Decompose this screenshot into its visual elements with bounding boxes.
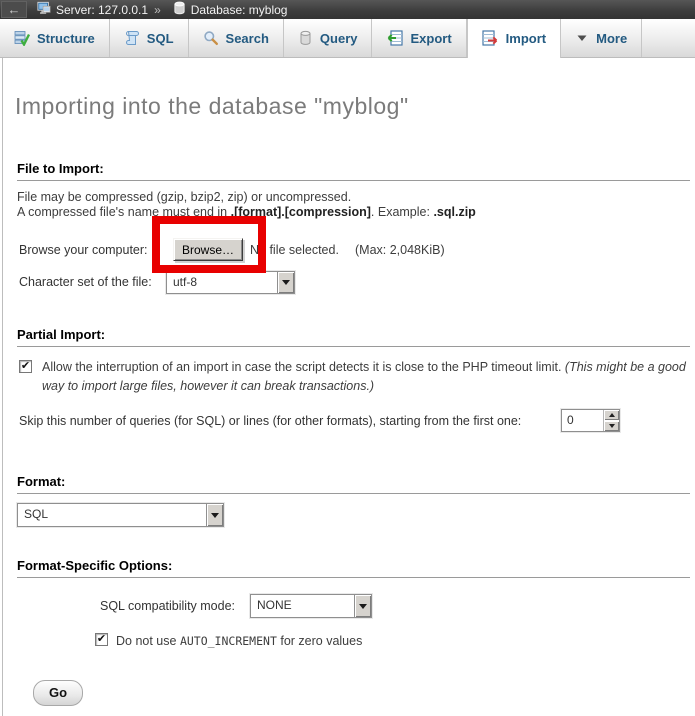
charset-label: Character set of the file: — [19, 275, 152, 289]
sql-compatibility-label: SQL compatibility mode: — [100, 599, 235, 613]
skip-queries-row: Skip this number of queries (for SQL) or… — [3, 409, 695, 433]
chevron-down-icon — [206, 504, 223, 526]
hint-example: .sql.zip — [433, 205, 475, 219]
no-file-selected-text: No file selected. — [250, 243, 339, 257]
skip-queries-input[interactable]: 0 — [561, 409, 620, 432]
tab-label: Search — [226, 31, 269, 46]
hint-line2-prefix: A compressed file's name must end in — [17, 205, 231, 219]
auto-increment-row: Do not use AUTO_INCREMENT for zero value… — [3, 632, 695, 650]
spinner — [603, 410, 619, 431]
auto-increment-prefix: Do not use — [116, 634, 180, 648]
sql-compatibility-row: SQL compatibility mode: NONE — [3, 594, 695, 618]
charset-select[interactable]: utf-8 — [166, 271, 295, 294]
go-button[interactable]: Go — [33, 680, 83, 706]
charset-row: Character set of the file: utf-8 — [3, 271, 695, 294]
structure-icon — [14, 30, 30, 46]
sql-compatibility-select[interactable]: NONE — [250, 594, 372, 618]
search-icon — [203, 30, 219, 46]
breadcrumb-bar: ← Server: 127.0.0.1 » Database: myblog — [0, 0, 695, 19]
compression-hint: File may be compressed (gzip, bzip2, zip… — [17, 190, 689, 220]
import-icon — [482, 30, 499, 46]
browse-label: Browse your computer: — [19, 243, 148, 257]
tab-sql[interactable]: SQL — [110, 19, 189, 57]
spin-up-button[interactable] — [604, 410, 619, 420]
format-select-value: SQL — [18, 504, 206, 526]
chevron-down-icon — [575, 31, 589, 45]
sql-icon — [124, 30, 140, 46]
tab-query[interactable]: Query — [284, 19, 373, 57]
breadcrumb-database[interactable]: Database: myblog — [191, 3, 288, 17]
export-icon — [386, 30, 403, 46]
tab-label: Export — [410, 31, 451, 46]
format-select[interactable]: SQL — [17, 503, 224, 527]
hint-line1: File may be compressed (gzip, bzip2, zip… — [17, 190, 351, 204]
sql-compatibility-value: NONE — [251, 595, 354, 617]
allow-interruption-checkbox[interactable] — [19, 360, 32, 373]
tabbar-filler — [642, 19, 695, 57]
chevron-down-icon — [277, 272, 294, 293]
import-page: Importing into the database "myblog" Fil… — [2, 58, 695, 716]
skip-queries-label: Skip this number of queries (for SQL) or… — [19, 414, 521, 428]
auto-increment-checkbox[interactable] — [95, 633, 108, 646]
allow-interruption-text: Allow the interruption of an import in c… — [42, 360, 565, 374]
allow-interruption-row: Allow the interruption of an import in c… — [19, 358, 689, 396]
database-icon — [173, 1, 186, 18]
section-format-heading: Format: — [17, 474, 690, 494]
tab-label: SQL — [147, 31, 174, 46]
auto-increment-suffix: for zero values — [277, 634, 362, 648]
auto-increment-label: Do not use AUTO_INCREMENT for zero value… — [116, 634, 362, 648]
section-format-options-heading: Format-Specific Options: — [17, 558, 690, 578]
tab-search[interactable]: Search — [189, 19, 284, 57]
tab-label: More — [596, 31, 627, 46]
chevron-down-icon — [354, 595, 371, 617]
section-file-to-import-heading: File to Import: — [17, 161, 690, 181]
tab-label: Structure — [37, 31, 95, 46]
hint-line2-mid: . Example: — [371, 205, 434, 219]
breadcrumb-server[interactable]: Server: 127.0.0.1 — [56, 3, 148, 17]
browse-row: Browse your computer: Browse… No file se… — [3, 238, 695, 262]
back-button[interactable]: ← — [1, 1, 27, 18]
hint-format-pattern: .[format].[compression] — [231, 205, 371, 219]
query-icon — [298, 30, 313, 46]
tab-more[interactable]: More — [561, 19, 642, 57]
charset-select-value: utf-8 — [167, 272, 277, 293]
skip-queries-value: 0 — [562, 410, 603, 431]
server-icon — [37, 1, 51, 18]
tab-export[interactable]: Export — [372, 19, 466, 57]
tab-structure[interactable]: Structure — [0, 19, 110, 57]
section-partial-import-heading: Partial Import: — [17, 327, 690, 347]
browse-button[interactable]: Browse… — [173, 238, 243, 261]
tab-label: Query — [320, 31, 358, 46]
back-arrow-icon: ← — [8, 2, 21, 17]
tab-label: Import — [506, 31, 546, 46]
tab-bar: Structure SQL Search Query — [0, 19, 695, 58]
spin-down-button[interactable] — [604, 421, 619, 431]
tab-import[interactable]: Import — [467, 19, 561, 58]
breadcrumb-separator: » — [154, 3, 161, 17]
max-upload-size: (Max: 2,048KiB) — [355, 243, 445, 257]
page-title: Importing into the database "myblog" — [15, 93, 695, 120]
auto-increment-code: AUTO_INCREMENT — [180, 634, 277, 648]
